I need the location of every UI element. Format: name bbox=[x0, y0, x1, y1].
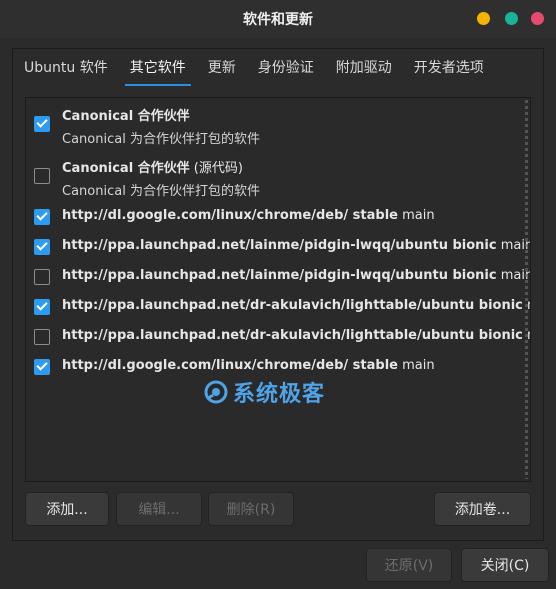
source-title: http://ppa.launchpad.net/dr-akulavich/li… bbox=[62, 328, 523, 343]
maximize-button[interactable] bbox=[505, 12, 518, 25]
source-subtitle: Canonical 为合作伙伴打包的软件 bbox=[62, 132, 260, 147]
title-bar: 软件和更新 bbox=[0, 0, 556, 38]
tab-updates[interactable]: 更新 bbox=[197, 49, 247, 87]
minimize-button[interactable] bbox=[477, 12, 490, 25]
source-checkbox[interactable] bbox=[34, 116, 50, 132]
close-dialog-button[interactable]: 关闭(C) bbox=[461, 548, 549, 582]
source-title-extra: main bbox=[397, 208, 435, 223]
list-scrollbar[interactable] bbox=[525, 100, 528, 479]
source-checkbox[interactable] bbox=[34, 239, 50, 255]
source-title-extra: main bbox=[397, 358, 435, 373]
close-button[interactable] bbox=[531, 12, 544, 25]
source-title: http://dl.google.com/linux/chrome/deb/ s… bbox=[62, 358, 398, 373]
source-subtitle: Canonical 为合作伙伴打包的软件 bbox=[62, 184, 260, 199]
source-checkbox[interactable] bbox=[34, 329, 50, 345]
source-title-extra: (源代码) bbox=[189, 161, 243, 176]
revert-button[interactable]: 还原(V) bbox=[366, 548, 452, 582]
source-title: Canonical 合作伙伴 bbox=[62, 161, 190, 176]
tab-developer-options[interactable]: 开发者选项 bbox=[403, 49, 495, 87]
tab-additional-drivers[interactable]: 附加驱动 bbox=[325, 49, 403, 87]
source-checkbox[interactable] bbox=[34, 299, 50, 315]
tab-other-software[interactable]: 其它软件 bbox=[119, 49, 197, 87]
source-checkbox[interactable] bbox=[34, 168, 50, 184]
tab-authentication[interactable]: 身份验证 bbox=[247, 49, 325, 87]
source-title: http://ppa.launchpad.net/dr-akulavich/li… bbox=[62, 298, 523, 313]
watermark-text: 系统极客 bbox=[233, 382, 326, 407]
watermark: 系统极客 bbox=[203, 376, 325, 408]
source-title: http://ppa.launchpad.net/lainme/pidgin-l… bbox=[62, 238, 497, 253]
sources-list[interactable]: Canonical 合作伙伴 Canonical 为合作伙伴打包的软件 Cano… bbox=[25, 97, 531, 482]
remove-button[interactable]: 删除(R) bbox=[208, 492, 294, 526]
tab-bar: Ubuntu 软件 其它软件 更新 身份验证 附加驱动 开发者选项 bbox=[13, 49, 543, 87]
window-title: 软件和更新 bbox=[243, 12, 313, 28]
notebook: Ubuntu 软件 其它软件 更新 身份验证 附加驱动 开发者选项 Canoni… bbox=[12, 48, 544, 541]
add-volume-button[interactable]: 添加卷... bbox=[434, 492, 531, 526]
edit-button[interactable]: 编辑... bbox=[116, 492, 202, 526]
source-checkbox[interactable] bbox=[34, 269, 50, 285]
source-title: Canonical 合作伙伴 bbox=[62, 109, 190, 124]
source-checkbox[interactable] bbox=[34, 359, 50, 375]
source-title: http://ppa.launchpad.net/lainme/pidgin-l… bbox=[62, 268, 497, 283]
tab-ubuntu-software[interactable]: Ubuntu 软件 bbox=[13, 49, 119, 87]
watermark-logo-icon bbox=[204, 380, 228, 404]
source-title: http://dl.google.com/linux/chrome/deb/ s… bbox=[62, 208, 398, 223]
source-checkbox[interactable] bbox=[34, 209, 50, 225]
add-button[interactable]: 添加... bbox=[25, 492, 109, 526]
